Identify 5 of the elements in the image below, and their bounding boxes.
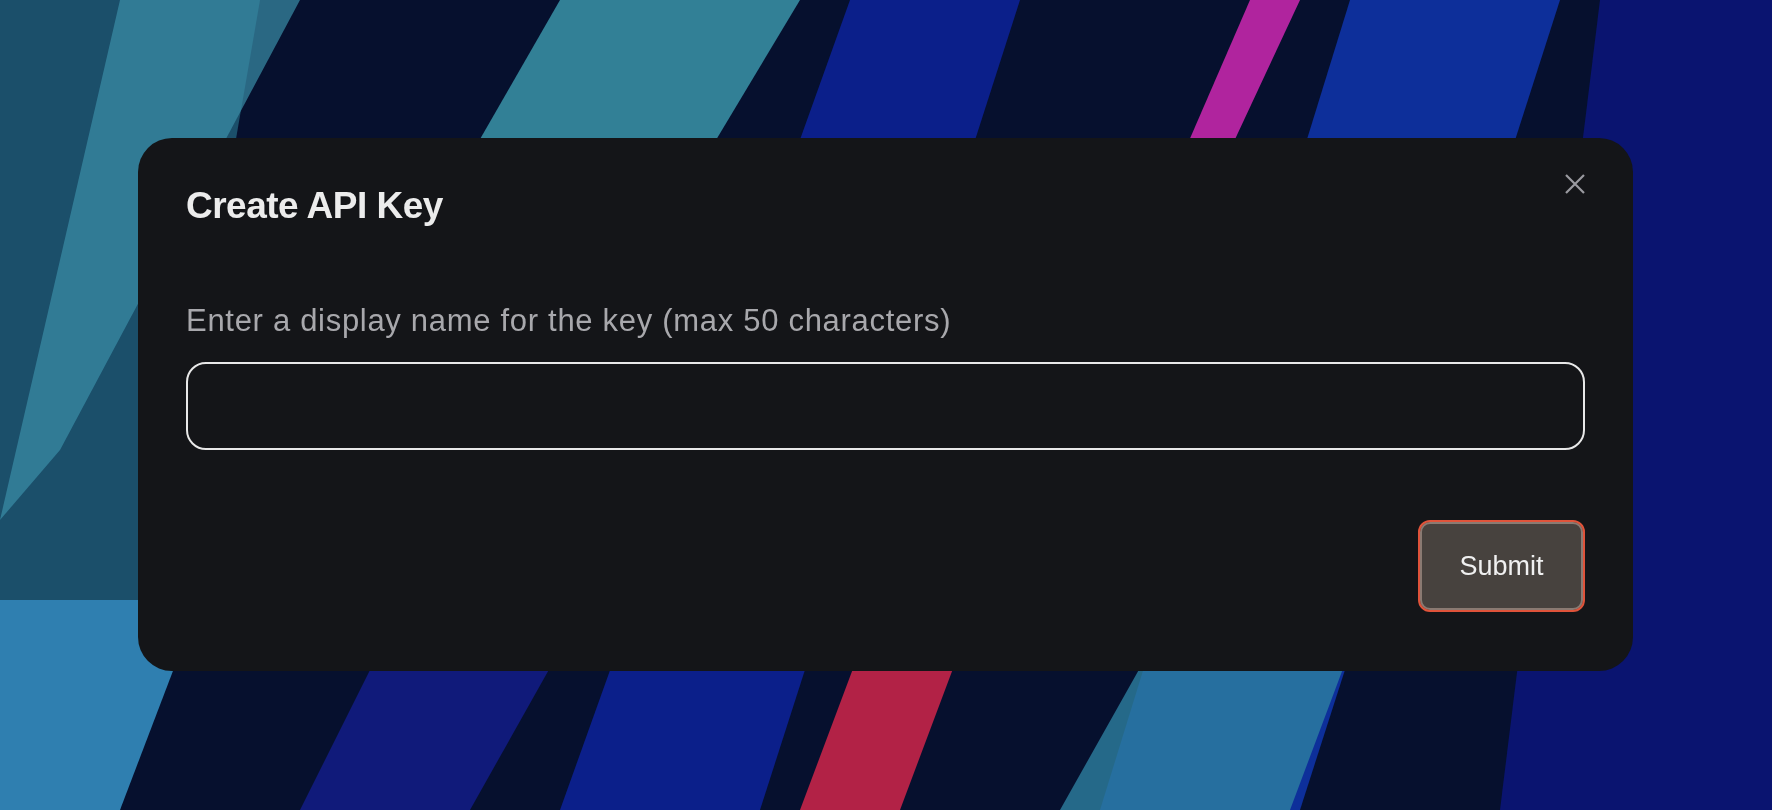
dialog-title: Create API Key (186, 184, 443, 228)
name-input-field[interactable] (186, 362, 1585, 450)
submit-button[interactable]: Submit (1418, 520, 1585, 612)
field-label: Enter a display name for the key (max 50 characters) (186, 304, 952, 338)
close-icon (1563, 172, 1587, 196)
